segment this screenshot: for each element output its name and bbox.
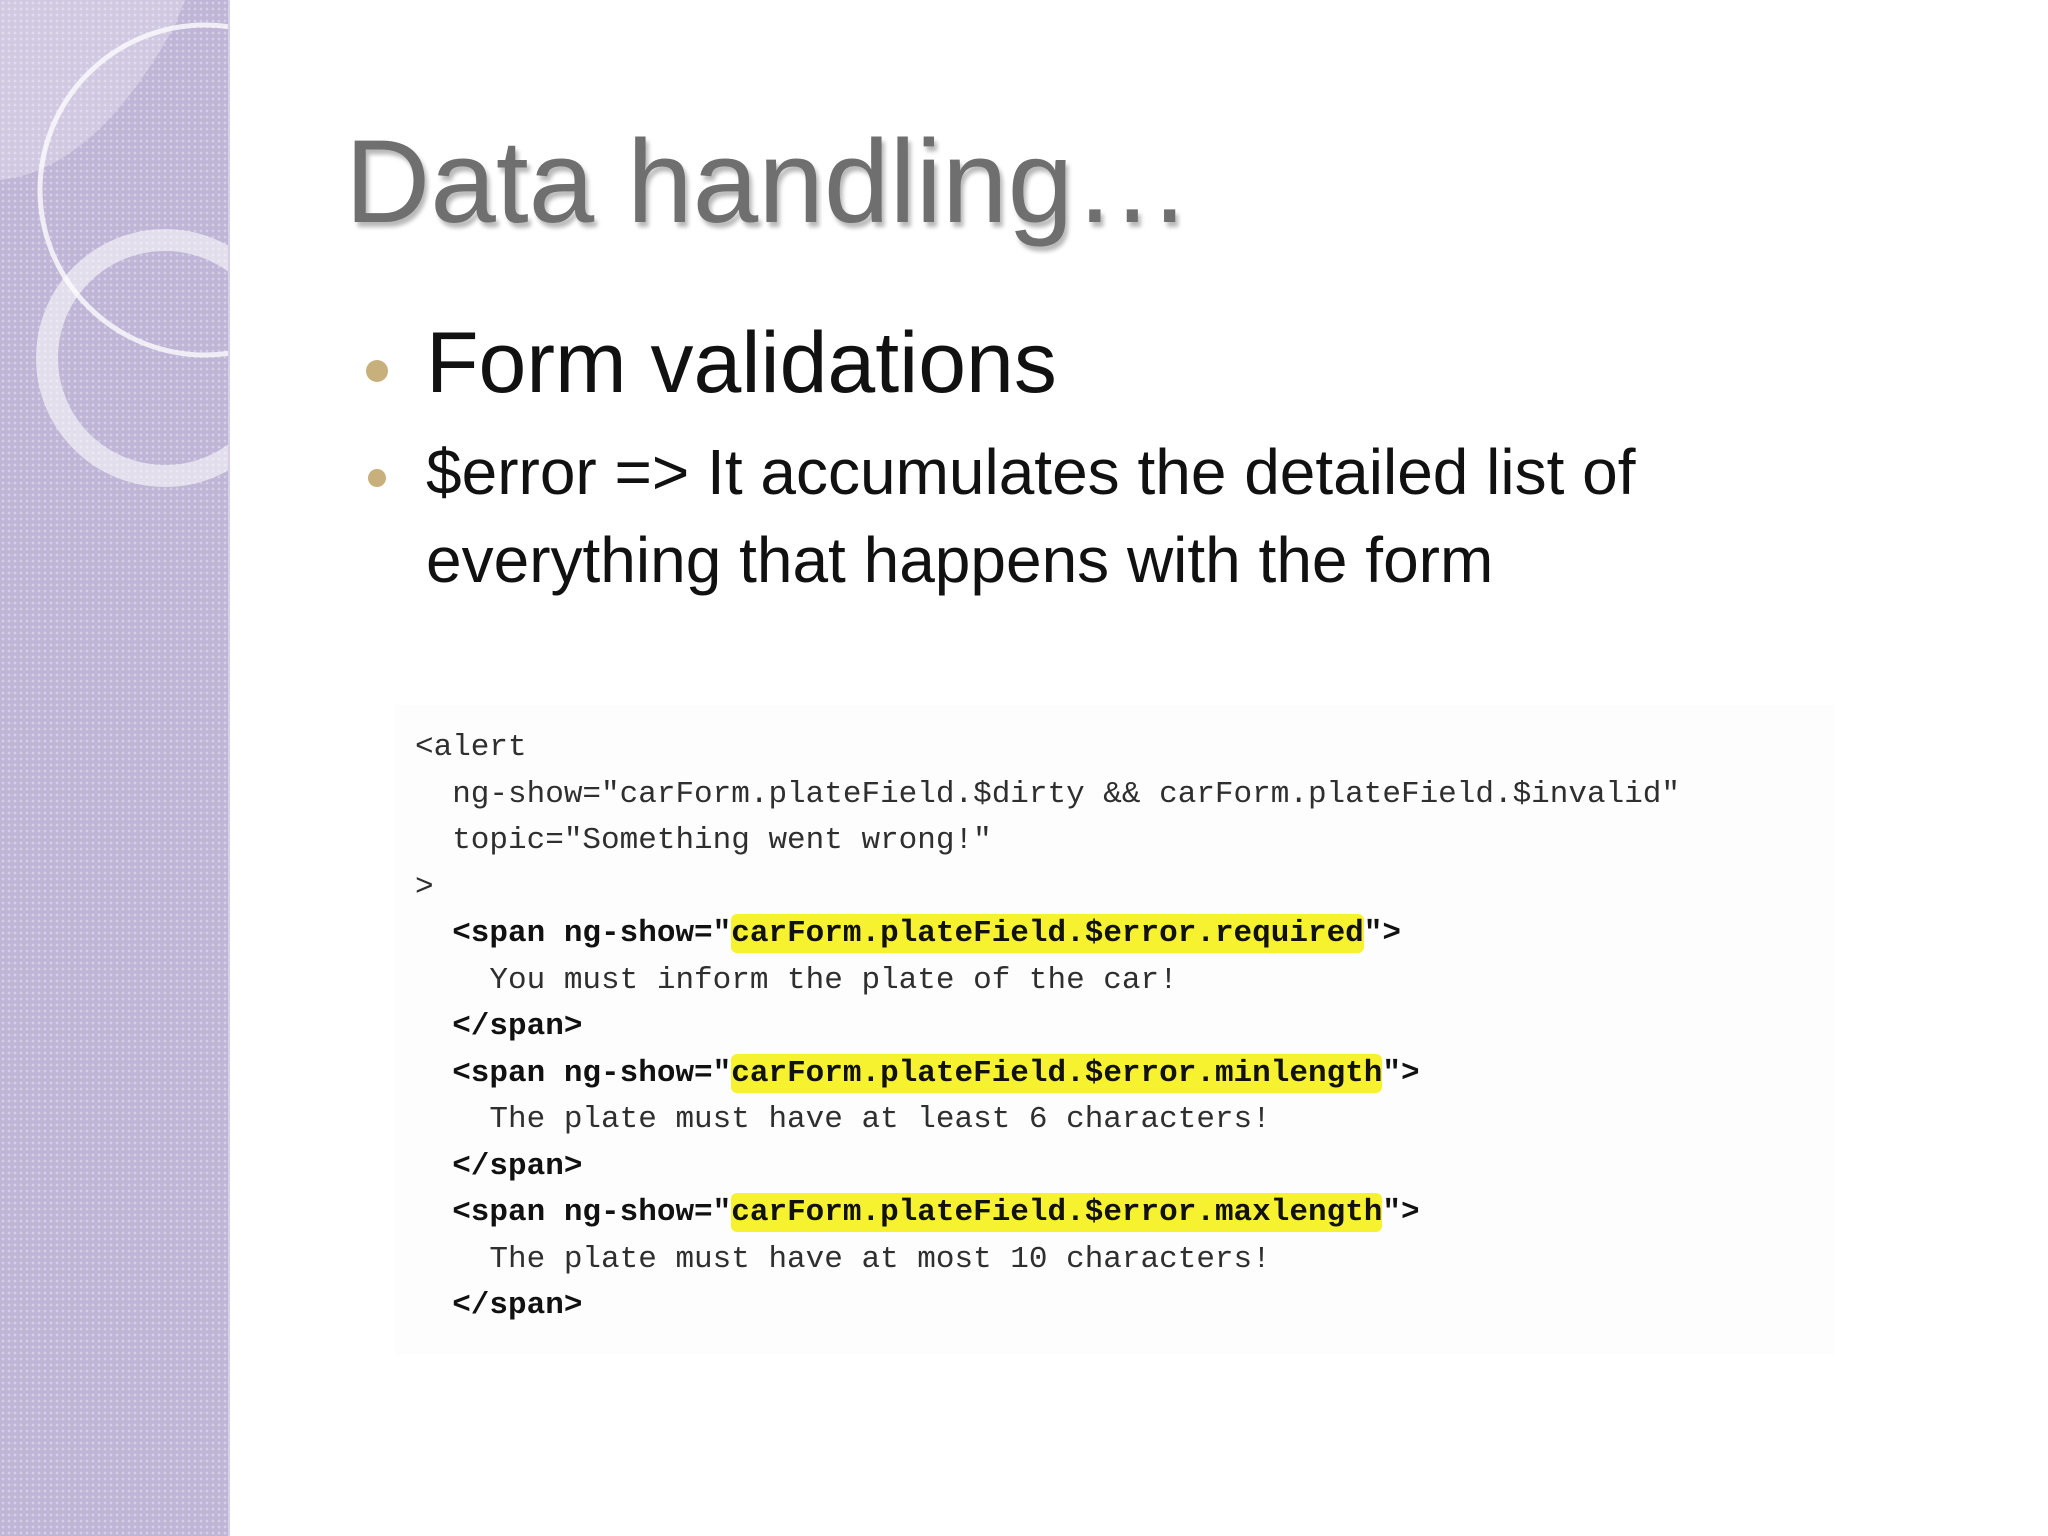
code-snippet-image: <alert ng-show="carForm.plateField.$dirt…: [395, 705, 1835, 1355]
code-span-close: </span>: [415, 1009, 583, 1044]
decorative-thick-ring: [36, 229, 228, 487]
bullet-list: Form validations $error => It accumulate…: [360, 312, 1920, 605]
code-span-close: </span>: [415, 1148, 583, 1184]
bullet-dot-icon: [368, 469, 386, 488]
code-span-open: <span ng-show=": [415, 1055, 732, 1091]
code-block: <alert ng-show="carForm.plateField.$dirt…: [415, 725, 1680, 1330]
code-line: >: [415, 869, 434, 905]
code-line: The plate must have at most 10 character…: [415, 1241, 1271, 1277]
code-span-open: <span ng-show=": [415, 1195, 732, 1230]
code-line: topic="Something went wrong!": [415, 823, 992, 858]
bullet-item-form-validations: Form validations: [360, 312, 1920, 415]
code-span-close: </span>: [415, 1288, 583, 1323]
code-line: You must inform the plate of the car!: [415, 962, 1178, 998]
code-span-open-end: ">: [1363, 916, 1401, 951]
slide-title: Data handling…: [345, 116, 1192, 248]
bullet-dot-icon: [366, 360, 388, 382]
code-line: <alert: [415, 730, 527, 765]
bullet-text: Form validations: [426, 315, 1057, 411]
code-span-open-end: ">: [1382, 1055, 1420, 1091]
bullet-text: $error => It accumulates the detailed li…: [426, 436, 1636, 596]
code-line: The plate must have at least 6 character…: [415, 1102, 1271, 1137]
bullet-item-error: $error => It accumulates the detailed li…: [360, 429, 1920, 604]
code-span-open: <span ng-show=": [415, 916, 732, 951]
code-highlight-minlength: carForm.plateField.$error.minlength: [731, 1053, 1383, 1093]
decorative-rings: [0, 0, 228, 487]
code-highlight-required: carForm.plateField.$error.required: [731, 914, 1364, 953]
slide: Data handling… Form validations $error =…: [0, 0, 2048, 1536]
code-highlight-maxlength: carForm.plateField.$error.maxlength: [731, 1193, 1383, 1232]
decorative-side-panel: [0, 0, 230, 1536]
code-span-open-end: ">: [1382, 1195, 1420, 1230]
decorative-corner-shape: [0, 0, 185, 180]
code-line: ng-show="carForm.plateField.$dirty && ca…: [415, 776, 1681, 812]
